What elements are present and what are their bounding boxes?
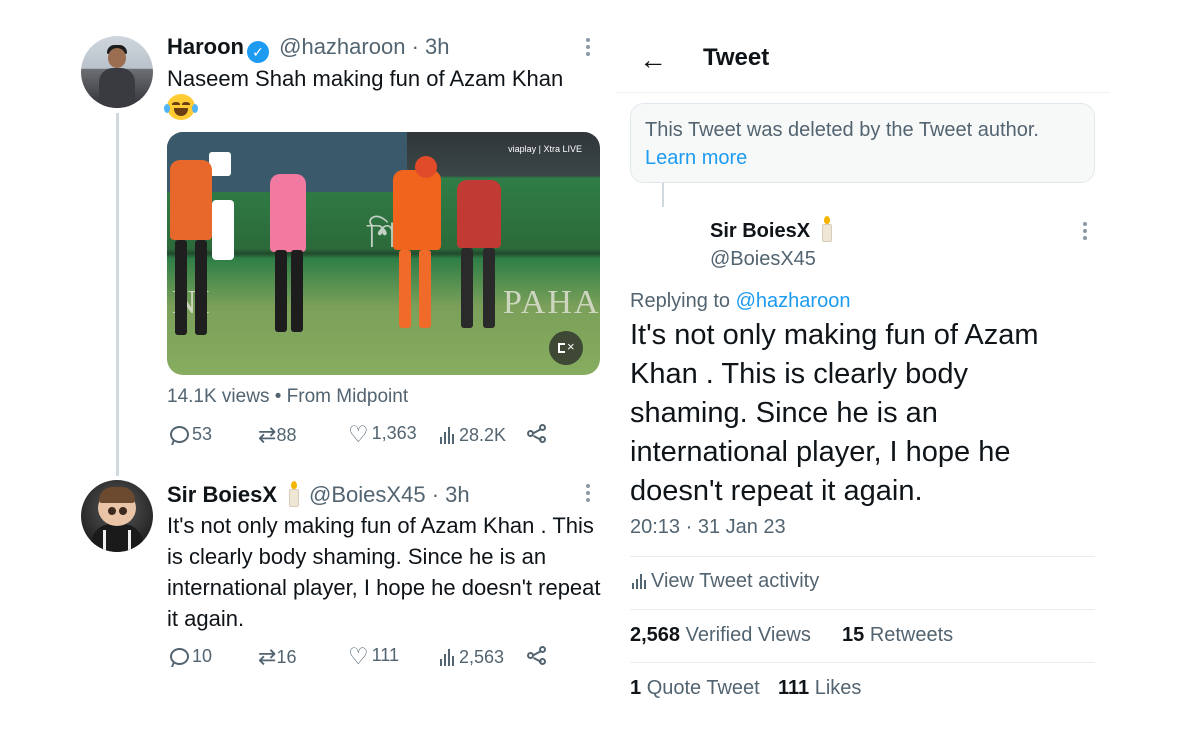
verified-views-label: Verified Views (685, 624, 811, 646)
replying-to-mention[interactable]: @hazharoon (736, 290, 851, 312)
views-button[interactable]: 28.2K (440, 425, 506, 446)
more-options-icon[interactable] (585, 38, 591, 58)
replying-to-label: Replying to (630, 290, 731, 312)
reply-icon (170, 426, 189, 443)
detail-tweet-text: It's not only making fun of Azam Khan . … (630, 319, 1039, 507)
thread-column: Haroon ✓ @hazharoon · 3h Naseem Shah maki… (0, 0, 610, 742)
detail-author-name[interactable]: Sir BoiesX (710, 216, 842, 243)
verified-views-stat: 2,568 Verified Views (630, 624, 811, 647)
bar-chart-icon (440, 427, 454, 444)
header-divider (615, 92, 1110, 93)
share-button[interactable] (527, 424, 547, 444)
tweet1-views-line: 14.1K views • From Midpoint (167, 386, 409, 407)
more-options-icon[interactable] (585, 484, 591, 504)
back-arrow-icon[interactable]: ← (639, 44, 667, 76)
deleted-notice-text: This Tweet was deleted by the Tweet auth… (645, 119, 1039, 141)
speaker-muted-icon (558, 343, 565, 353)
detail-author-handle[interactable]: @BoiesX45 (710, 248, 816, 271)
avatar-haroon[interactable] (81, 36, 153, 108)
thread-connector-line (116, 113, 119, 476)
page-title: Tweet (703, 44, 770, 71)
view-tweet-activity-label[interactable]: View Tweet activity (651, 570, 819, 593)
thread-connector-line (662, 183, 664, 207)
retweet-icon: ⇄ (258, 422, 277, 447)
candle-icon (287, 481, 301, 507)
reply-icon (170, 648, 189, 665)
bar-chart-icon (440, 649, 454, 666)
video-board-text-2: PAHAN (503, 284, 600, 321)
retweet-count: 16 (276, 646, 297, 667)
share-button[interactable] (527, 646, 547, 666)
retweet-button[interactable]: ⇄ 16 (258, 644, 296, 670)
mute-toggle-button[interactable]: × (549, 331, 583, 365)
tweet1-text: Naseem Shah making fun of Azam Khan (167, 66, 564, 91)
bar-chart-icon (632, 574, 646, 589)
heart-icon: ♡ (348, 642, 369, 669)
tweet1-time[interactable]: · 3h (412, 34, 450, 59)
likes-count: 111 (778, 677, 810, 699)
tweet1-source[interactable]: From Midpoint (287, 386, 408, 407)
like-count: 1,363 (371, 423, 417, 443)
tweet1-views: 14.1K views (167, 386, 270, 407)
view-count: 2,563 (459, 647, 505, 667)
share-icon (527, 424, 547, 444)
learn-more-link[interactable]: Learn more (645, 144, 1080, 172)
quote-label: Quote Tweet (646, 677, 760, 699)
tweet2-time[interactable]: · 3h (432, 482, 470, 507)
retweet-count: 88 (276, 424, 297, 445)
reply-button[interactable]: 10 (170, 646, 212, 667)
divider (630, 556, 1095, 557)
candle-icon (820, 216, 834, 242)
view-tweet-activity-link[interactable]: View Tweet activity (632, 570, 819, 593)
laughing-emoji-icon (164, 94, 198, 120)
retweet-button[interactable]: ⇄ 88 (258, 422, 296, 448)
retweets-count: 15 (842, 624, 865, 646)
tweet1-video[interactable]: শিজ NI PAHAN viaplay | Xtra LIVE × (167, 132, 600, 375)
tweet2-header: Sir BoiesX @BoiesX45 · 3h (167, 481, 470, 508)
avatar-sir-boiesx[interactable] (81, 480, 153, 552)
more-options-icon[interactable] (1082, 222, 1088, 242)
divider (630, 609, 1095, 610)
tweet1-author-name[interactable]: Haroon (167, 34, 244, 59)
likes-label: Likes (814, 677, 862, 699)
heart-icon: ♡ (348, 420, 369, 447)
tweet2-handle[interactable]: @BoiesX45 (309, 482, 426, 507)
quote-count: 1 (630, 677, 642, 699)
tweet-detail-panel: ← Tweet This Tweet was deleted by the Tw… (615, 0, 1110, 742)
replying-to-line: Replying to @hazharoon (630, 290, 850, 313)
retweets-stat[interactable]: 15 Retweets (842, 624, 953, 647)
view-count: 28.2K (459, 425, 507, 445)
retweets-label: Retweets (869, 624, 954, 646)
tweet1-handle[interactable]: @hazharoon (279, 34, 405, 59)
like-button[interactable]: ♡ 111 (348, 642, 399, 669)
tweet2-author-name[interactable]: Sir BoiesX (167, 482, 277, 507)
reply-count: 53 (192, 424, 213, 444)
tweet-timestamp[interactable]: 20:13 · 31 Jan 23 (630, 516, 786, 539)
divider (630, 662, 1095, 663)
reply-button[interactable]: 53 (170, 424, 212, 445)
likes-stat[interactable]: 111 Likes (778, 677, 861, 700)
like-count: 111 (371, 645, 399, 665)
views-button[interactable]: 2,563 (440, 647, 504, 668)
quote-tweets-stat[interactable]: 1 Quote Tweet (630, 677, 760, 700)
deleted-tweet-notice: This Tweet was deleted by the Tweet auth… (630, 103, 1095, 183)
video-broadcaster-logo: viaplay | Xtra LIVE (508, 144, 582, 154)
tweet1-header: Haroon ✓ @hazharoon · 3h (167, 34, 449, 63)
tweet2-text: It's not only making fun of Azam Khan . … (167, 513, 601, 631)
reply-count: 10 (192, 646, 213, 666)
like-button[interactable]: ♡ 1,363 (348, 420, 417, 447)
verified-badge-icon: ✓ (247, 41, 269, 63)
retweet-icon: ⇄ (258, 644, 277, 669)
share-icon (527, 646, 547, 666)
detail-author-name-text[interactable]: Sir BoiesX (710, 220, 810, 242)
verified-views-count: 2,568 (630, 624, 681, 646)
